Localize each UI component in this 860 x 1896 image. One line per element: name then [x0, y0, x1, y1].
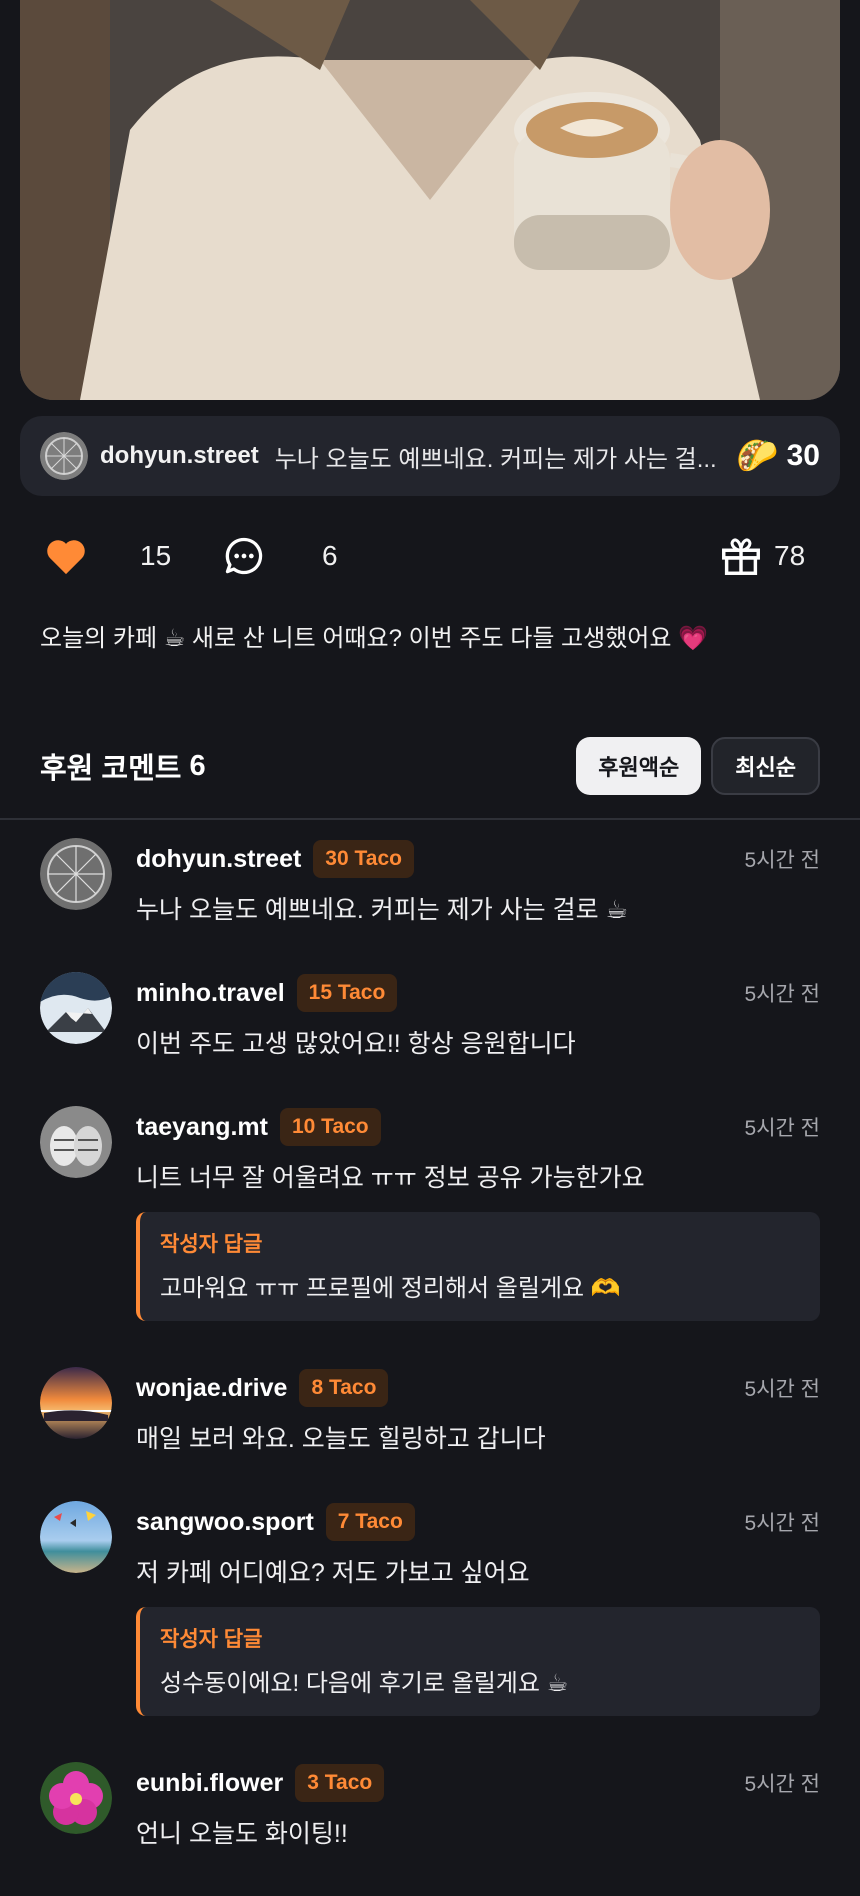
avatar[interactable] — [40, 1762, 112, 1834]
avatar[interactable] — [40, 838, 112, 910]
comment-username[interactable]: wonjae.drive — [136, 1374, 287, 1403]
list-item: wonjae.drive 8 Taco 5시간 전 매일 보러 와요. 오늘도 … — [40, 1367, 820, 1455]
comment-username[interactable]: sangwoo.sport — [136, 1508, 314, 1537]
taco-badge: 10 Taco — [279, 1108, 381, 1146]
list-item: minho.travel 15 Taco 5시간 전 이번 주도 고생 많았어요… — [40, 972, 820, 1060]
avatar[interactable] — [40, 1106, 112, 1178]
taco-badge: 8 Taco — [299, 1369, 389, 1407]
gift-button[interactable] — [718, 530, 764, 582]
sort-by-latest-button[interactable]: 최신순 — [711, 737, 820, 795]
comment-text: 니트 너무 잘 어울려요 ㅠㅠ 정보 공유 가능한가요 — [136, 1164, 645, 1192]
comment-text: 누나 오늘도 예쁘네요. 커피는 제가 사는 걸로 ☕ — [136, 896, 628, 924]
post-photo[interactable] — [20, 0, 840, 400]
pinned-top-comment[interactable]: dohyun.street 누나 오늘도 예쁘네요. 커피는 제가 사는 걸..… — [20, 416, 840, 496]
comment-time: 5시간 전 — [744, 983, 820, 1006]
post-action-bar: 15 6 78 — [40, 530, 820, 582]
reply-text: 고마워요 ㅠㅠ 프로필에 정리해서 올릴게요 🫶 — [160, 1275, 621, 1302]
avatar[interactable] — [40, 972, 112, 1044]
pinned-taco-amount: 30 — [786, 439, 820, 472]
avatar[interactable] — [40, 1367, 112, 1439]
comment-list: dohyun.street 30 Taco 5시간 전 누나 오늘도 예쁘네요.… — [40, 838, 820, 1896]
comment-time: 5시간 전 — [744, 1378, 820, 1401]
list-item: dohyun.street 30 Taco 5시간 전 누나 오늘도 예쁘네요.… — [40, 838, 820, 926]
sort-by-donation-button[interactable]: 후원액순 — [576, 737, 702, 795]
sort-toggle: 후원액순 최신순 — [576, 737, 820, 795]
section-count: 6 — [189, 749, 206, 782]
avatar[interactable] — [40, 1501, 112, 1573]
donation-comments-header: 후원 코멘트 6 후원액순 최신순 — [40, 736, 820, 796]
comment-button[interactable] — [222, 530, 266, 582]
comment-username[interactable]: eunbi.flower — [136, 1769, 283, 1798]
reply-label: 작성자 답글 — [160, 1628, 263, 1651]
comment-text: 매일 보러 와요. 오늘도 힐링하고 갑니다 — [136, 1425, 546, 1453]
comment-username[interactable]: minho.travel — [136, 979, 285, 1008]
reply-label: 작성자 답글 — [160, 1233, 263, 1256]
like-count: 15 — [140, 540, 172, 571]
gift-icon — [722, 538, 760, 575]
pinned-message: 누나 오늘도 예쁘네요. 커피는 제가 사는 걸... — [274, 445, 717, 473]
list-item: taeyang.mt 10 Taco 5시간 전 니트 너무 잘 어울려요 ㅠㅠ… — [40, 1106, 820, 1321]
comment-text: 이번 주도 고생 많았어요!! 항상 응원합니다 — [136, 1030, 576, 1058]
comment-bubble-icon — [225, 537, 263, 575]
author-reply: 작성자 답글 고마워요 ㅠㅠ 프로필에 정리해서 올릴게요 🫶 — [136, 1212, 820, 1321]
avatar — [40, 432, 88, 480]
post-caption: 오늘의 카페 ☕ 새로 산 니트 어때요? 이번 주도 다들 고생했어요 💗 — [40, 625, 709, 652]
gift-count: 78 — [774, 540, 806, 571]
heart-icon — [47, 540, 85, 575]
comment-time: 5시간 전 — [744, 849, 820, 872]
comment-time: 5시간 전 — [744, 1512, 820, 1535]
divider — [0, 818, 860, 820]
author-reply: 작성자 답글 성수동이에요! 다음에 후기로 올릴게요 ☕ — [136, 1607, 820, 1716]
pinned-username[interactable]: dohyun.street — [100, 442, 259, 470]
comment-time: 5시간 전 — [744, 1117, 820, 1140]
taco-badge: 30 Taco — [313, 840, 414, 878]
reply-text: 성수동이에요! 다음에 후기로 올릴게요 ☕ — [160, 1670, 569, 1697]
comment-text: 언니 오늘도 화이팅!! — [136, 1820, 348, 1848]
list-item: eunbi.flower 3 Taco 5시간 전 언니 오늘도 화이팅!! — [40, 1762, 820, 1850]
taco-badge: 15 Taco — [296, 974, 398, 1012]
list-item: sangwoo.sport 7 Taco 5시간 전 저 카페 어디예요? 저도… — [40, 1501, 820, 1716]
like-button[interactable] — [44, 530, 88, 582]
comment-text: 저 카페 어디예요? 저도 가보고 싶어요 — [136, 1559, 530, 1587]
taco-badge: 7 Taco — [325, 1503, 415, 1541]
comment-username[interactable]: dohyun.street — [136, 845, 301, 874]
comment-username[interactable]: taeyang.mt — [136, 1113, 268, 1142]
section-title: 후원 코멘트 — [40, 753, 182, 785]
comment-count: 6 — [322, 540, 338, 571]
comment-time: 5시간 전 — [744, 1773, 820, 1796]
taco-badge: 3 Taco — [295, 1764, 385, 1802]
taco-icon: 🌮 — [736, 437, 779, 475]
